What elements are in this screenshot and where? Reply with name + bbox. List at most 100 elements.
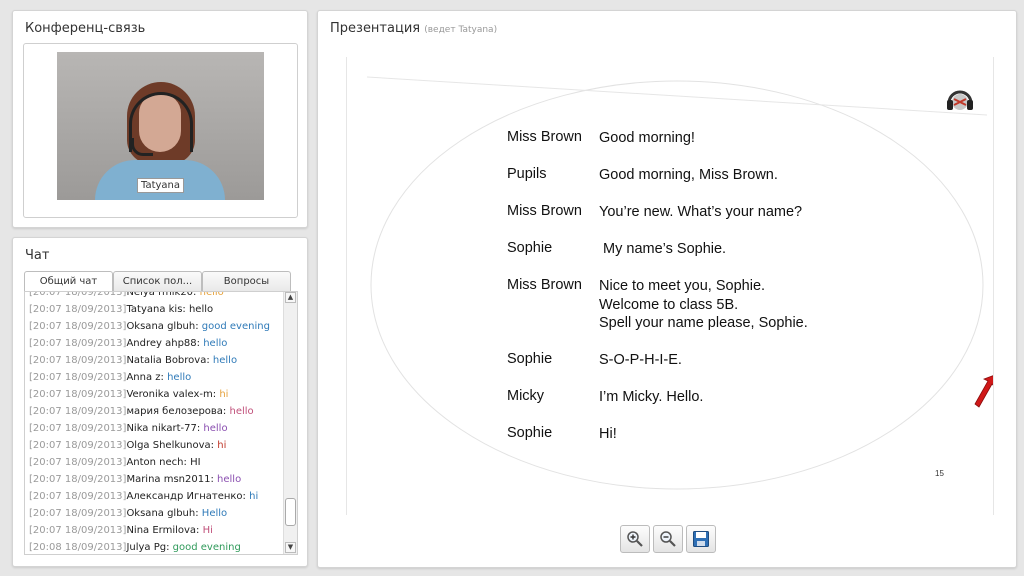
chat-timestamp: [20:07 18/09/2013] bbox=[29, 525, 127, 536]
chat-text: hi bbox=[217, 440, 227, 451]
dialog-line: Welcome to class 5B. bbox=[599, 296, 739, 313]
chat-username: Olga Shelkunova: bbox=[126, 440, 215, 451]
chat-message: [20:07 18/09/2013]Anna z: hello bbox=[29, 369, 281, 386]
dialog-line: My name’s Sophie. bbox=[599, 241, 727, 257]
dialog-line: You’re new. What’s your name? bbox=[599, 204, 803, 220]
chat-username: Nelya rmik20: bbox=[126, 291, 197, 298]
dialog-line: Spell your name please, Sophie. bbox=[599, 315, 808, 331]
scroll-thumb[interactable] bbox=[285, 498, 296, 526]
dialog-line: S-O-P-H-I-E. bbox=[599, 352, 682, 368]
chat-text: hello bbox=[199, 291, 224, 298]
conference-title: Конференц-связь bbox=[25, 21, 146, 36]
chat-text: good evening bbox=[201, 321, 270, 332]
conference-panel: Конференц-связь Tatyana bbox=[12, 10, 308, 228]
chat-timestamp: [20:07 18/09/2013] bbox=[29, 389, 127, 400]
chat-text: Hi bbox=[202, 525, 213, 536]
chat-username: Nina Ermilova: bbox=[126, 525, 200, 536]
dialog-speaker: Miss Brown bbox=[507, 129, 582, 145]
dialog-speaker: Miss Brown bbox=[507, 203, 582, 219]
zoom-in-icon bbox=[627, 531, 643, 547]
dialog-line-group: You’re new. What’s your name? bbox=[599, 203, 802, 222]
dialog-line-group: My name’s Sophie. bbox=[599, 240, 726, 259]
zoom-out-icon bbox=[660, 531, 676, 547]
chat-timestamp: [20:07 18/09/2013] bbox=[29, 423, 127, 434]
dialog-line-group: Good morning, Miss Brown. bbox=[599, 166, 778, 185]
chat-messages: [20:07 18/09/2013]Nelya rmik20: hello [20… bbox=[29, 291, 281, 554]
chat-message: [20:07 18/09/2013]Anton nech: HI bbox=[29, 454, 281, 471]
chat-timestamp: [20:07 18/09/2013] bbox=[29, 440, 127, 451]
dialog-line: Hi! bbox=[599, 426, 617, 442]
chat-timestamp: [20:07 18/09/2013] bbox=[29, 304, 127, 315]
chat-timestamp: [20:07 18/09/2013] bbox=[29, 457, 127, 468]
chat-text: hello bbox=[188, 304, 214, 315]
chat-message: [20:07 18/09/2013]Olga Shelkunova: hi bbox=[29, 437, 281, 454]
chat-tabs: Общий чат Список пол... Вопросы bbox=[24, 271, 291, 292]
chat-scrollbar[interactable]: ▲ ▼ bbox=[283, 292, 297, 554]
video-frame: Tatyana bbox=[23, 43, 298, 218]
chat-panel: Чат Общий чат Список пол... Вопросы [20:… bbox=[12, 237, 308, 567]
chat-text: hello bbox=[203, 338, 228, 349]
dialog-line-group: Nice to meet you, Sophie. Welcome to clas… bbox=[599, 277, 808, 333]
presentation-title: Презентация (ведет Tatyana) bbox=[330, 21, 497, 36]
chat-text: hi bbox=[249, 491, 259, 502]
chat-timestamp: [20:07 18/09/2013] bbox=[29, 321, 127, 332]
chat-message: [20:07 18/09/2013]Tatyana kis: hello bbox=[29, 301, 281, 318]
presentation-toolbar bbox=[620, 525, 716, 553]
chat-text: hello bbox=[212, 355, 238, 366]
chat-timestamp: [20:07 18/09/2013] bbox=[29, 491, 127, 502]
chat-username: Anton nech: bbox=[126, 457, 187, 468]
chat-username: Oksana glbuh: bbox=[126, 321, 199, 332]
chat-message: [20:07 18/09/2013]мария белозерова: hell… bbox=[29, 403, 281, 420]
chat-message: [20:07 18/09/2013]Александр Игнатенко: h… bbox=[29, 488, 281, 505]
dialog-speaker: Sophie bbox=[507, 351, 553, 367]
chat-username: Natalia Bobrova: bbox=[126, 355, 210, 366]
tab-user-list[interactable]: Список пол... bbox=[113, 271, 202, 291]
chat-message: [20:07 18/09/2013]Natalia Bobrova: hello bbox=[29, 352, 281, 369]
chat-timestamp: [20:07 18/09/2013] bbox=[29, 291, 127, 298]
chat-username: Tatyana kis: bbox=[126, 304, 186, 315]
tab-general-chat[interactable]: Общий чат bbox=[24, 271, 113, 292]
dialog-line-group: S-O-P-H-I-E. bbox=[599, 351, 682, 370]
chat-username: Anna z: bbox=[126, 372, 164, 383]
slide: Miss Brown Good morning! Pupils Good mornin… bbox=[346, 57, 994, 515]
save-button[interactable] bbox=[686, 525, 716, 553]
chat-message: [20:07 18/09/2013]Nina Ermilova: Hi bbox=[29, 522, 281, 539]
chat-message: [20:07 18/09/2013]Oksana glbuh: Hello bbox=[29, 505, 281, 522]
chat-text: hi bbox=[219, 389, 229, 400]
presentation-title-text: Презентация bbox=[330, 21, 421, 36]
slide-page-number: 15 bbox=[935, 469, 944, 478]
dialog-speaker: Miss Brown bbox=[507, 277, 582, 293]
tab-questions[interactable]: Вопросы bbox=[202, 271, 291, 291]
dialog-speaker: Sophie bbox=[507, 425, 553, 441]
chat-username: Julya Pg: bbox=[126, 542, 170, 553]
chat-log[interactable]: [20:07 18/09/2013]Nelya rmik20: hello [20… bbox=[24, 291, 298, 555]
chat-timestamp: [20:07 18/09/2013] bbox=[29, 508, 127, 519]
participant-name-tag: Tatyana bbox=[137, 178, 185, 193]
dialog-line: Nice to meet you, Sophie. bbox=[599, 278, 766, 294]
dialog-line-group: Good morning! bbox=[599, 129, 695, 148]
chat-timestamp: [20:08 18/09/2013] bbox=[29, 542, 127, 553]
chat-text: hello bbox=[167, 372, 192, 383]
video-feed[interactable]: Tatyana bbox=[57, 52, 264, 200]
chat-username: мария белозерова: bbox=[126, 406, 227, 417]
dialog-line: I’m Micky. Hello. bbox=[599, 389, 704, 405]
scroll-down-icon[interactable]: ▼ bbox=[285, 542, 296, 553]
chat-timestamp: [20:07 18/09/2013] bbox=[29, 355, 127, 366]
chat-text: Hello bbox=[201, 508, 228, 519]
dialog-line: Good morning, Miss Brown. bbox=[599, 167, 778, 183]
chat-text: hello bbox=[229, 406, 254, 417]
zoom-out-button[interactable] bbox=[653, 525, 683, 553]
chat-message: [20:07 18/09/2013]Andrey ahp88: hello bbox=[29, 335, 281, 352]
chat-text: hello bbox=[217, 474, 242, 485]
chat-text: good evening bbox=[172, 542, 241, 553]
save-icon bbox=[693, 531, 709, 547]
scroll-up-icon[interactable]: ▲ bbox=[285, 292, 296, 303]
chat-username: Andrey ahp88: bbox=[126, 338, 201, 349]
dialog-line-group: Hi! bbox=[599, 425, 617, 444]
chat-title: Чат bbox=[25, 248, 50, 263]
chat-timestamp: [20:07 18/09/2013] bbox=[29, 474, 127, 485]
zoom-in-button[interactable] bbox=[620, 525, 650, 553]
presentation-presenter: (ведет Tatyana) bbox=[424, 25, 498, 35]
chat-text: HI bbox=[190, 457, 201, 468]
chat-username: Nika nikart-77: bbox=[126, 423, 201, 434]
